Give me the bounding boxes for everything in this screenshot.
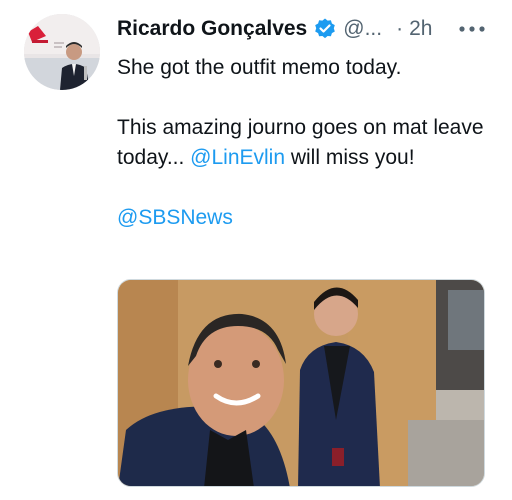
mention-link[interactable]: @LinEvlin — [190, 146, 285, 169]
more-options-icon — [459, 26, 485, 32]
tweet-timestamp[interactable]: 2h — [409, 17, 432, 41]
tweet-text-paragraph-2: This amazing journo goes on mat leave to… — [117, 113, 497, 173]
photo-image — [118, 280, 484, 486]
tweet-card[interactable]: Ricardo Gonçalves @... · 2h She got the … — [0, 0, 512, 500]
tweet-photo[interactable] — [117, 279, 485, 487]
news-mention-link[interactable]: @SBSNews — [117, 206, 233, 229]
tweet-header: Ricardo Gonçalves @... · 2h — [117, 14, 497, 44]
author-display-name[interactable]: Ricardo Gonçalves — [117, 17, 307, 41]
tweet-text: She got the outfit memo today. This amaz… — [117, 53, 497, 233]
avatar-photo-image — [24, 14, 100, 90]
author-avatar[interactable] — [24, 14, 100, 90]
author-handle[interactable]: @... — [343, 17, 382, 41]
verified-badge-icon — [313, 17, 337, 41]
tweet-text-line-2-suffix: will miss you! — [285, 146, 415, 169]
tweet-text-line-1: She got the outfit memo today. — [117, 56, 402, 79]
header-separator: · — [396, 17, 404, 40]
more-options-button[interactable] — [456, 14, 488, 44]
